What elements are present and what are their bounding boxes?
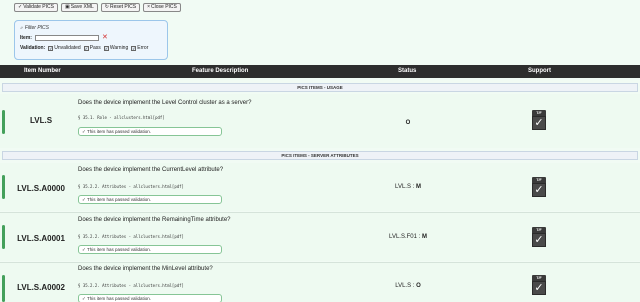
validation-filter-label: Validation: bbox=[20, 45, 46, 51]
checkbox-checked-icon: ✓ bbox=[83, 45, 89, 51]
support-toggle[interactable]: T/F ✓ bbox=[532, 110, 546, 130]
status-value: LVL.S : O bbox=[395, 283, 421, 289]
check-icon: ✓ bbox=[18, 4, 23, 10]
header-status: Status bbox=[398, 68, 417, 74]
validation-status-bar bbox=[2, 225, 5, 249]
header-feature-description: Feature Description bbox=[192, 68, 249, 74]
validation-message: ✓ This item has passed validation. bbox=[78, 245, 222, 254]
feature-question: Does the device implement the Level Cont… bbox=[78, 100, 252, 106]
section-usage: PICS ITEMS - USAGE bbox=[2, 83, 638, 92]
reset-pics-label: Reset PICS bbox=[109, 4, 137, 10]
warning-checkbox[interactable]: ✓ Warning bbox=[103, 45, 128, 51]
checkbox-checked-icon: ✓ bbox=[48, 45, 54, 51]
status-value: LVL.S : M bbox=[395, 184, 421, 190]
checkmark-icon: ✓ bbox=[532, 233, 546, 247]
item-filter-input[interactable] bbox=[34, 35, 99, 41]
close-pics-label: Close PICS bbox=[151, 4, 177, 10]
status-value: O bbox=[405, 120, 411, 126]
checkbox-checked-icon: ✓ bbox=[103, 45, 109, 51]
header-support: Support bbox=[528, 68, 551, 74]
validation-status-bar bbox=[2, 110, 5, 134]
close-pics-button[interactable]: × Close PICS bbox=[143, 3, 181, 12]
item-number: LVL.S.A0001 bbox=[17, 234, 65, 243]
table-row: LVL.S.A0001 Does the device implement th… bbox=[0, 213, 640, 261]
spec-reference-link[interactable]: § 35.2.2. Attributes - allclusters.html[… bbox=[78, 283, 184, 288]
validation-status-bar bbox=[2, 175, 5, 199]
support-toggle[interactable]: T/F ✓ bbox=[532, 275, 546, 295]
floppy-disk-icon: ▣ bbox=[64, 4, 70, 10]
table-row: LVL.S Does the device implement the Leve… bbox=[0, 94, 640, 148]
unvalidated-checkbox[interactable]: ✓ Unvalidated bbox=[48, 45, 81, 51]
section-server-attributes: PICS ITEMS - SERVER ATTRIBUTES bbox=[2, 151, 638, 160]
spec-reference-link[interactable]: § 35.1. Role - allclusters.html[pdf] bbox=[78, 115, 165, 120]
error-checkbox[interactable]: ✓ Error bbox=[131, 45, 148, 51]
checkmark-icon: ✓ bbox=[532, 183, 546, 197]
validation-message: ✓ This item has passed validation. bbox=[78, 195, 222, 204]
table-row: LVL.S.A0002 Does the device implement th… bbox=[0, 263, 640, 302]
support-toggle[interactable]: T/F ✓ bbox=[532, 177, 546, 197]
spec-reference-link[interactable]: § 35.2.2. Attributes - allclusters.html[… bbox=[78, 184, 184, 189]
checkbox-checked-icon: ✓ bbox=[131, 45, 137, 51]
support-toggle[interactable]: T/F ✓ bbox=[532, 227, 546, 247]
item-number: LVL.S bbox=[29, 116, 53, 125]
item-filter-label: Item: bbox=[20, 35, 32, 41]
feature-question: Does the device implement the RemainingT… bbox=[78, 217, 231, 223]
close-icon: × bbox=[147, 4, 151, 10]
header-item-number: Item Number bbox=[24, 68, 61, 74]
validate-pics-label: Validate PICS bbox=[23, 4, 54, 10]
pass-checkbox[interactable]: ✓ Pass bbox=[83, 45, 101, 51]
status-value: LVL.S.F01 : M bbox=[389, 234, 427, 240]
validate-pics-button[interactable]: ✓ Validate PICS bbox=[14, 3, 58, 12]
spec-reference-link[interactable]: § 35.2.2. Attributes - allclusters.html[… bbox=[78, 234, 184, 239]
filter-icon: ⌕ bbox=[20, 25, 23, 31]
reset-pics-button[interactable]: ↻ Reset PICS bbox=[100, 3, 141, 12]
feature-question: Does the device implement the CurrentLev… bbox=[78, 167, 224, 173]
save-xml-label: Save XML bbox=[70, 4, 94, 10]
table-header: Item Number Feature Description Status S… bbox=[0, 65, 640, 78]
validation-message: ✓ This item has passed validation. bbox=[78, 127, 222, 136]
reset-icon: ↻ bbox=[104, 4, 109, 10]
item-number: LVL.S.A0002 bbox=[17, 283, 65, 292]
validation-status-bar bbox=[2, 275, 5, 302]
filter-panel: ⌕ Filter PICS Item: ✕ Validation: ✓ Unvali… bbox=[14, 20, 168, 60]
table-row: LVL.S.A0000 Does the device implement th… bbox=[0, 163, 640, 211]
validation-message: ✓ This item has passed validation. bbox=[78, 294, 222, 302]
toolbar: ✓ Validate PICS ▣ Save XML ↻ Reset PICS × Cl… bbox=[14, 3, 181, 12]
save-xml-button[interactable]: ▣ Save XML bbox=[60, 3, 98, 12]
item-number: LVL.S.A0000 bbox=[17, 184, 65, 193]
filter-title: ⌕ Filter PICS bbox=[20, 25, 49, 31]
checkmark-icon: ✓ bbox=[532, 116, 546, 130]
clear-filter-icon[interactable]: ✕ bbox=[102, 34, 108, 41]
feature-question: Does the device implement the MinLevel a… bbox=[78, 266, 213, 272]
checkmark-icon: ✓ bbox=[532, 281, 546, 295]
